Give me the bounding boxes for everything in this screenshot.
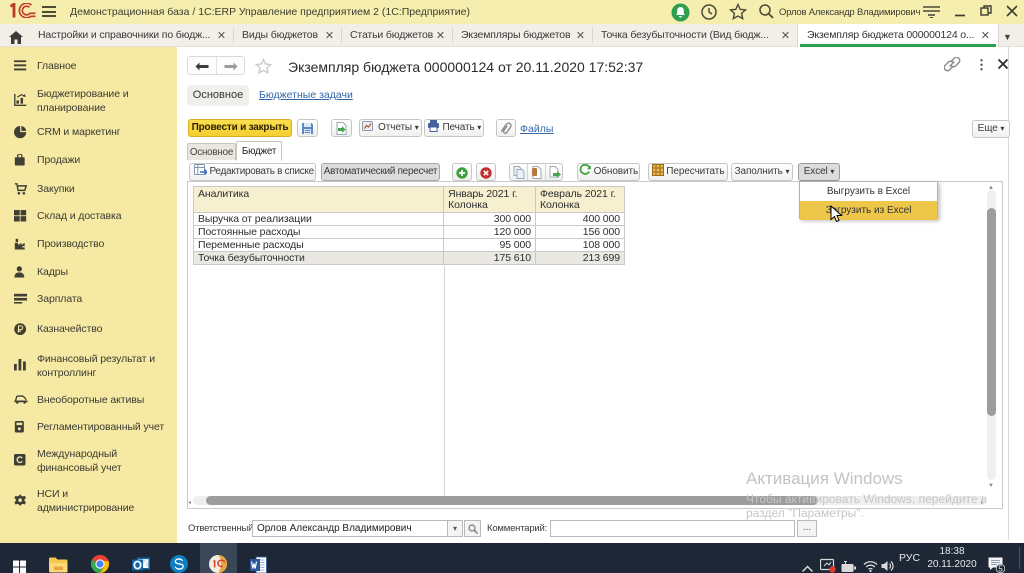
svg-text:5: 5 bbox=[998, 564, 1003, 573]
